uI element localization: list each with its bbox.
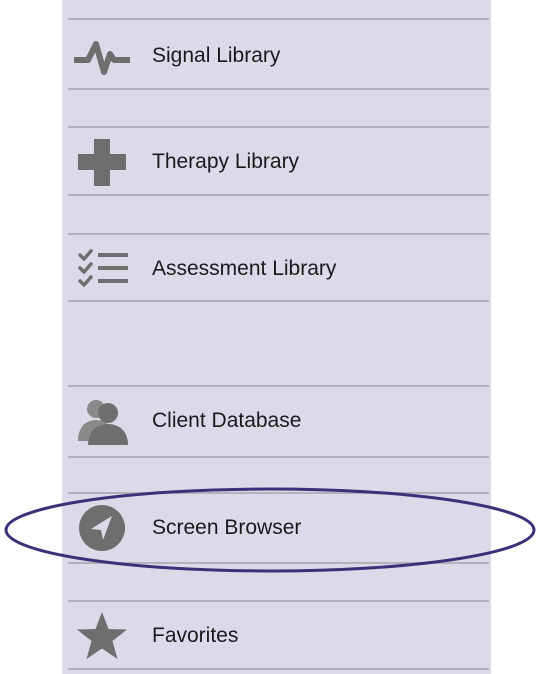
divider — [68, 18, 489, 20]
users-icon — [74, 395, 130, 447]
divider — [68, 456, 489, 458]
navigation-arrow-icon — [74, 502, 130, 554]
sidebar-item-screen-browser[interactable]: Screen Browser — [68, 496, 489, 560]
sidebar-item-label: Screen Browser — [152, 516, 302, 539]
divider — [68, 233, 489, 235]
sidebar-item-client-database[interactable]: Client Database — [68, 389, 489, 453]
sidebar-item-favorites[interactable]: Favorites — [68, 604, 489, 668]
sidebar-item-label: Therapy Library — [152, 150, 300, 173]
divider — [68, 600, 489, 602]
medical-cross-icon — [74, 136, 130, 188]
sidebar-item-label: Signal Library — [152, 44, 281, 67]
waveform-icon — [74, 30, 130, 82]
sidebar-item-label: Assessment Library — [152, 257, 337, 280]
divider — [68, 492, 489, 494]
sidebar-item-therapy-library[interactable]: Therapy Library — [68, 130, 489, 194]
sidebar-panel — [62, 0, 491, 674]
checklist-icon — [74, 243, 130, 295]
divider — [68, 126, 489, 128]
sidebar-item-signal-library[interactable]: Signal Library — [68, 24, 489, 88]
sidebar-item-label: Client Database — [152, 409, 302, 432]
divider — [68, 88, 489, 90]
divider — [68, 668, 489, 670]
divider — [68, 562, 489, 564]
divider — [68, 194, 489, 196]
sidebar-item-label: Favorites — [152, 624, 239, 647]
sidebar-item-assessment-library[interactable]: Assessment Library — [68, 237, 489, 301]
divider — [68, 385, 489, 387]
star-icon — [74, 610, 130, 662]
